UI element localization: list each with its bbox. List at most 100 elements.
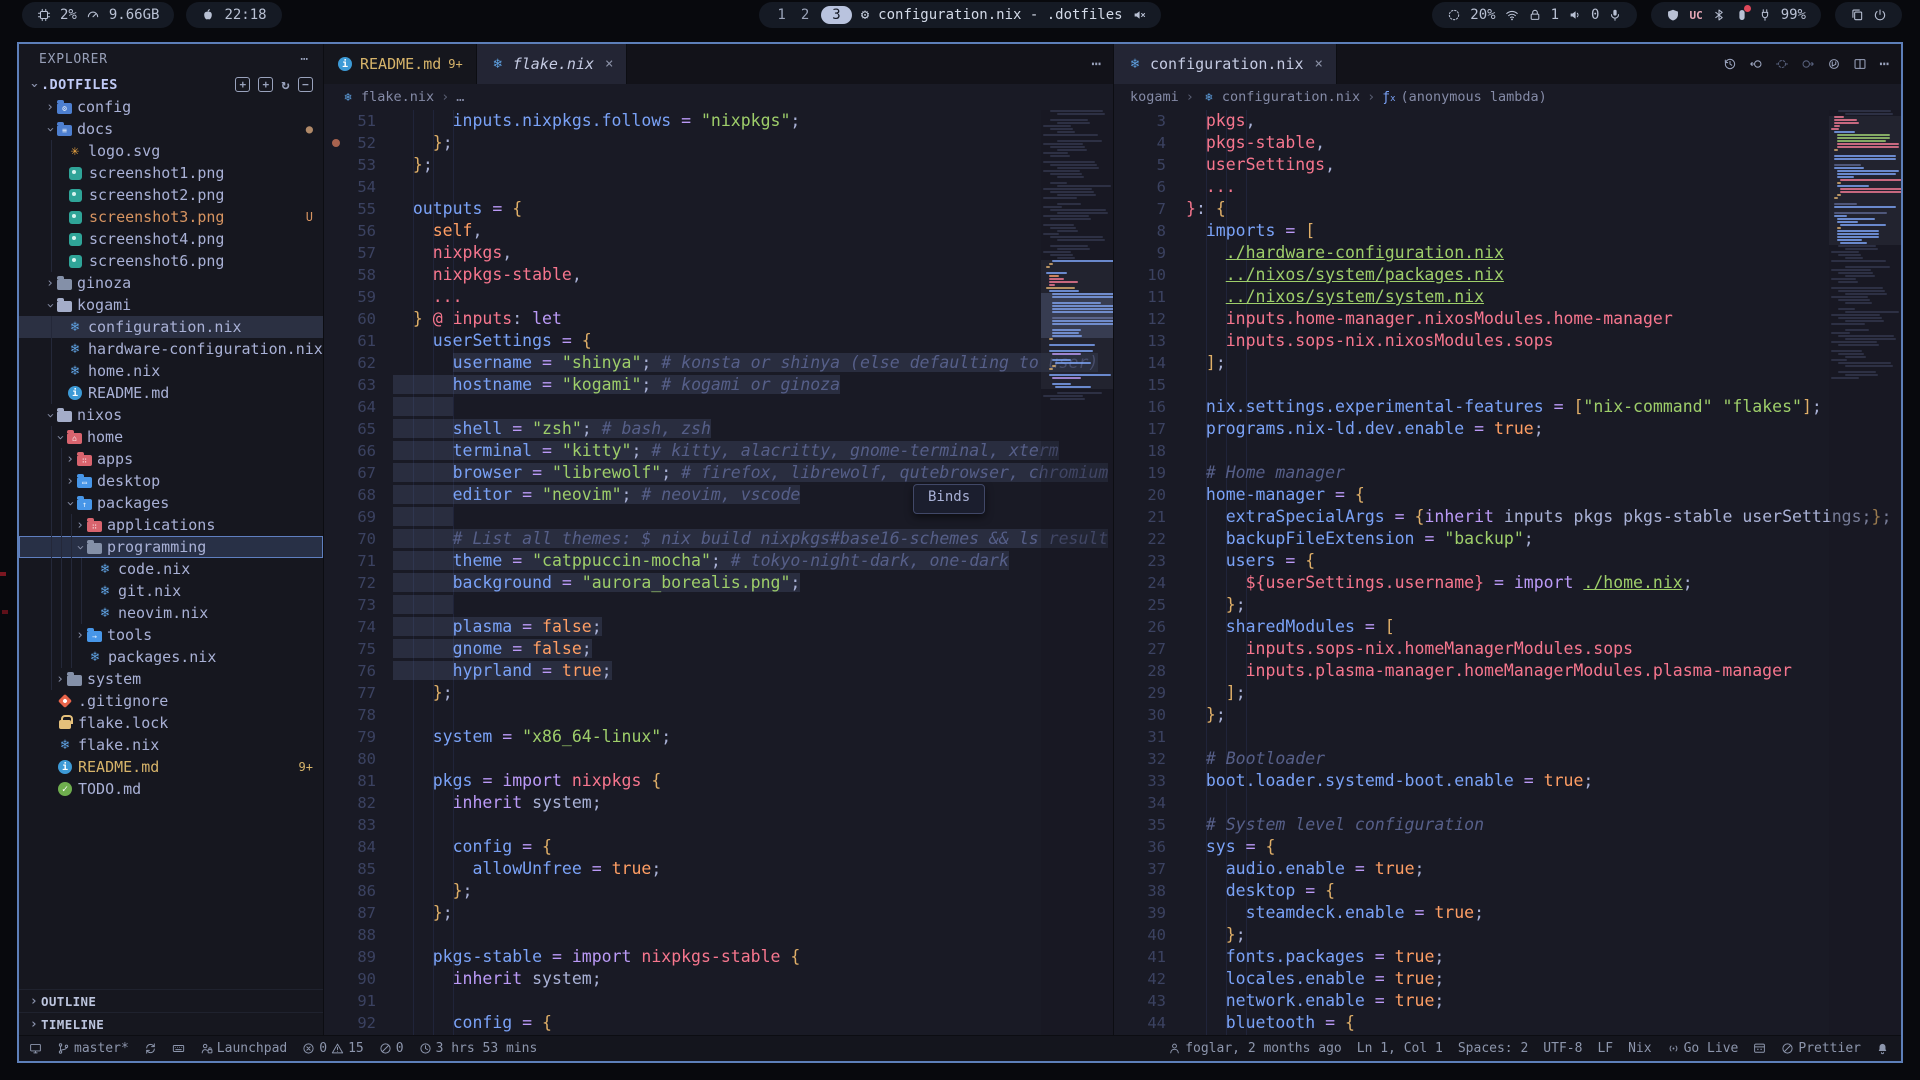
tree-item-gitignore[interactable]: .gitignore <box>19 690 323 712</box>
status-notifications[interactable] <box>1876 1042 1889 1055</box>
tree-item-programming[interactable]: ›programming <box>19 536 323 558</box>
new-folder-icon[interactable]: + <box>258 77 273 92</box>
status-keyboard-session[interactable] <box>172 1042 185 1055</box>
status-git-blame[interactable]: foglar, 2 months ago <box>1168 1041 1342 1056</box>
input-method-icon[interactable]: UC <box>1689 9 1702 22</box>
split-editor-icon[interactable] <box>1853 57 1867 71</box>
tree-root-dotfiles[interactable]: › .DOTFILES + + ↻ − <box>19 74 323 96</box>
refresh-explorer-icon[interactable]: ↻ <box>281 77 290 93</box>
tree-item-screenshot2-png[interactable]: screenshot2.png <box>19 184 323 206</box>
minimap-left[interactable] <box>1041 110 1113 1035</box>
mouse-icon[interactable] <box>1735 8 1749 22</box>
status-remote-window[interactable] <box>29 1042 42 1055</box>
tree-item-screenshot3-png[interactable]: screenshot3.pngU <box>19 206 323 228</box>
status-eol[interactable]: LF <box>1597 1041 1613 1056</box>
status-wakatime[interactable]: 3 hrs 53 mins <box>419 1041 538 1056</box>
minimap-right[interactable] <box>1829 110 1901 1035</box>
status-git-branch[interactable]: master* <box>57 1041 129 1056</box>
status-problems[interactable]: 015 <box>302 1041 363 1056</box>
tree-item-neovim-nix[interactable]: ❄neovim.nix <box>19 602 323 624</box>
tree-item-applications[interactable]: ›∷applications <box>19 514 323 536</box>
previous-change-icon[interactable] <box>1775 57 1789 71</box>
code-area-configuration-nix[interactable]: 3 pkgs,4 pkgs-stable,5 userSettings,6 ..… <box>1114 110 1901 1035</box>
vpn-shield-icon[interactable] <box>1666 8 1680 22</box>
tree-item-readme-md[interactable]: iREADME.md <box>19 382 323 404</box>
tree-item-home[interactable]: ›⌂home <box>19 426 323 448</box>
tree-item-apps[interactable]: ›∷apps <box>19 448 323 470</box>
tab-readme-md[interactable]: iREADME.md9+ <box>324 44 477 84</box>
status-encoding[interactable]: UTF-8 <box>1543 1041 1582 1056</box>
bluetooth-icon[interactable] <box>1712 8 1726 22</box>
close-icon[interactable]: × <box>605 56 613 72</box>
back-reference-icon[interactable] <box>1749 57 1763 71</box>
tab-flake-nix[interactable]: ❄flake.nix× <box>477 44 628 84</box>
breadcrumb-item[interactable]: ƒx(anonymous lambda) <box>1382 89 1547 105</box>
power-icon[interactable] <box>1873 8 1887 22</box>
timeline-icon[interactable] <box>1723 57 1737 71</box>
next-change-icon[interactable] <box>1801 57 1815 71</box>
status-indentation[interactable]: Spaces: 2 <box>1458 1041 1528 1056</box>
breadcrumb-item[interactable]: ❄configuration.nix <box>1201 89 1360 105</box>
tree-item-screenshot1-png[interactable]: screenshot1.png <box>19 162 323 184</box>
code-area-flake-nix[interactable]: 51 inputs.nixpkgs.follows = "nixpkgs";52… <box>324 110 1113 1035</box>
workspace-3-active[interactable]: 3 <box>821 6 851 24</box>
new-file-icon[interactable]: + <box>235 77 250 92</box>
line-number: 84 <box>324 836 376 858</box>
volume-muted-icon[interactable] <box>1132 8 1146 22</box>
tree-item-ginoza[interactable]: ›ginoza <box>19 272 323 294</box>
status-prettier[interactable]: Prettier <box>1781 1041 1861 1056</box>
status-language-mode[interactable]: Nix <box>1628 1041 1651 1056</box>
status-browser-preview[interactable] <box>1753 1042 1766 1055</box>
tree-item-config[interactable]: ›⚙config <box>19 96 323 118</box>
tree-item-readme-md[interactable]: iREADME.md9+ <box>19 756 323 778</box>
tree-item-hardware-configuration-nix[interactable]: ❄hardware-configuration.nix <box>19 338 323 360</box>
tree-item-git-nix[interactable]: ❄git.nix <box>19 580 323 602</box>
tree-item-nixos[interactable]: ›nixos <box>19 404 323 426</box>
compare-changes-icon[interactable] <box>1827 57 1841 71</box>
tree-item-screenshot6-png[interactable]: screenshot6.png <box>19 250 323 272</box>
outline-section[interactable]: › OUTLINE <box>19 989 323 1012</box>
breadcrumb-item[interactable]: kogami <box>1130 89 1179 105</box>
brightness-icon[interactable] <box>1447 8 1461 22</box>
tab-configuration-nix[interactable]: ❄configuration.nix× <box>1114 44 1337 84</box>
minimap-viewport[interactable] <box>1041 260 1113 389</box>
tree-item-logo-svg[interactable]: ✳logo.svg <box>19 140 323 162</box>
breadcrumb-item[interactable]: ❄flake.nix <box>340 89 434 105</box>
tree-item-desktop[interactable]: ›▭desktop <box>19 470 323 492</box>
tree-item-screenshot4-png[interactable]: screenshot4.png <box>19 228 323 250</box>
tree-item-code-nix[interactable]: ❄code.nix <box>19 558 323 580</box>
tree-item-tools[interactable]: ›→tools <box>19 624 323 646</box>
tree-item-flake-nix[interactable]: ❄flake.nix <box>19 734 323 756</box>
speaker-icon[interactable] <box>1568 8 1582 22</box>
status-sync-changes[interactable] <box>144 1042 157 1055</box>
tree-item-kogami[interactable]: ›kogami <box>19 294 323 316</box>
tree-item-todo-md[interactable]: ✓TODO.md <box>19 778 323 800</box>
breadcrumb-item[interactable]: … <box>456 89 464 105</box>
tree-item-packages-nix[interactable]: ❄packages.nix <box>19 646 323 668</box>
status-eslint-status[interactable]: 0 <box>379 1041 404 1056</box>
breadcrumb-right[interactable]: kogami›❄configuration.nix›ƒx(anonymous l… <box>1114 84 1901 110</box>
timeline-section[interactable]: › TIMELINE <box>19 1012 323 1035</box>
status-go-live[interactable]: Go Live <box>1667 1041 1739 1056</box>
collapse-folders-icon[interactable]: − <box>298 77 313 92</box>
lock-icon[interactable] <box>1528 8 1542 22</box>
status-cursor-position[interactable]: Ln 1, Col 1 <box>1357 1041 1443 1056</box>
tree-item-configuration-nix[interactable]: ❄configuration.nix <box>19 316 323 338</box>
wifi-icon[interactable] <box>1505 8 1519 22</box>
tree-item-packages[interactable]: ›↑packages <box>19 492 323 514</box>
tree-item-home-nix[interactable]: ❄home.nix <box>19 360 323 382</box>
explorer-more-actions-icon[interactable]: ⋯ <box>300 52 309 67</box>
status-launchpad[interactable]: Launchpad <box>200 1041 287 1056</box>
breadcrumb-left[interactable]: ❄flake.nix›… <box>324 84 1113 110</box>
minimap-viewport[interactable] <box>1829 116 1901 245</box>
tree-item-docs[interactable]: ›≡docs● <box>19 118 323 140</box>
tree-item-system[interactable]: ›system <box>19 668 323 690</box>
close-icon[interactable]: × <box>1315 56 1323 72</box>
workspace-2[interactable]: 2 <box>798 7 812 23</box>
tree-item-flake-lock[interactable]: flake.lock <box>19 712 323 734</box>
breakpoint-dot[interactable] <box>332 139 340 147</box>
microphone-icon[interactable] <box>1608 8 1622 22</box>
clipboard-icon[interactable] <box>1850 8 1864 22</box>
code-line-61: 61 userSettings = { <box>324 330 1113 352</box>
workspace-1[interactable]: 1 <box>774 7 788 23</box>
